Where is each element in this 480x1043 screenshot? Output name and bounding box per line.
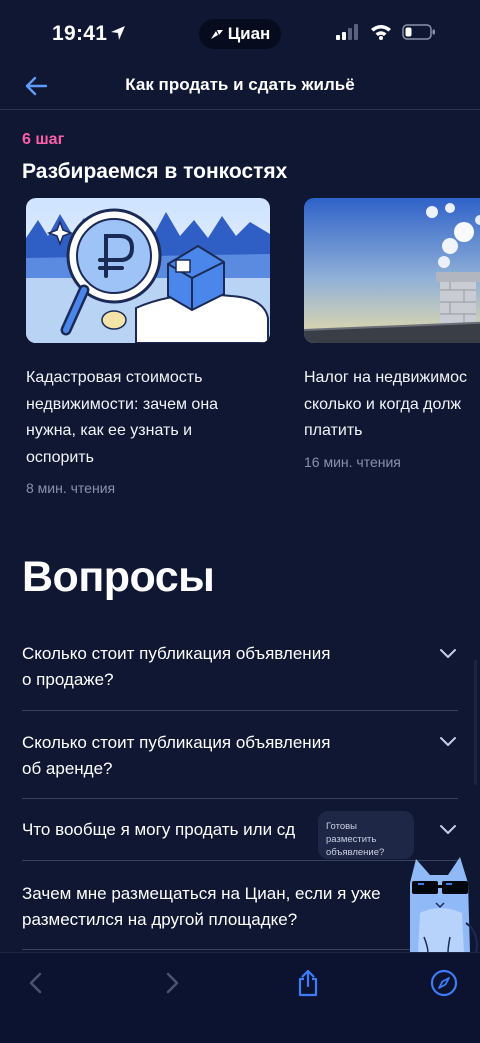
share-icon <box>298 969 318 997</box>
faq-item[interactable]: Сколько стоит публикация объявления об а… <box>22 730 458 799</box>
tooltip-line: объявление? <box>326 847 385 858</box>
step-label: 6 шаг <box>22 131 65 148</box>
faq-question-line: Сколько стоит публикация объявления <box>22 644 331 663</box>
faq-question: Сколько стоит публикация объявления о пр… <box>22 641 458 693</box>
scrollbar[interactable] <box>474 660 477 785</box>
tooltip-line: Готовы разместить <box>326 821 377 845</box>
forward-nav-button[interactable] <box>152 963 192 1003</box>
open-in-browser-button[interactable] <box>424 963 464 1003</box>
faq-question: Сколько стоит публикация объявления об а… <box>22 730 458 782</box>
screen: 19:41 Циан Как продать и сдать жильё 6 ш… <box>0 0 480 1043</box>
faq-item[interactable]: Сколько стоит публикация объявления о пр… <box>22 641 458 711</box>
location-arrow-icon <box>111 26 125 40</box>
article-title: Налог на недвижимос сколько и когда долж… <box>304 365 480 445</box>
chevron-down-icon[interactable] <box>438 735 458 749</box>
article-title-line: оспорить <box>26 448 94 466</box>
faq-question-line: Сколько стоит публикация объявления <box>22 733 331 752</box>
article-title-line: Кадастровая стоимость <box>26 369 203 386</box>
article-illustration-cadastral <box>26 198 270 343</box>
chevron-down-icon[interactable] <box>438 823 458 837</box>
faq-question: Зачем мне размещаться на Циан, если я уж… <box>22 881 458 933</box>
article-title-line: недвижимости: зачем она <box>26 395 219 413</box>
article-read-time: 16 мин. чтения <box>304 453 401 470</box>
article-title-line: платить <box>304 422 363 439</box>
status-indicators <box>336 24 436 40</box>
faq-question-line: о продаже? <box>22 670 114 689</box>
back-to-app-badge[interactable]: Циан <box>199 19 281 49</box>
share-button[interactable] <box>288 963 328 1003</box>
faq-question-line: разместился на другой площадке? <box>22 910 298 929</box>
cian-logo-icon <box>210 30 223 39</box>
faq-item[interactable]: Зачем мне размещаться на Циан, если я уж… <box>22 881 458 950</box>
chevron-left-icon <box>29 972 42 994</box>
article-card[interactable]: Кадастровая стоимость недвижимости: заче… <box>26 198 270 496</box>
nav-header: Как продать и сдать жильё <box>0 68 480 110</box>
browser-toolbar <box>0 952 480 1043</box>
app-badge-label: Циан <box>227 24 271 43</box>
article-title: Кадастровая стоимость недвижимости: заче… <box>26 365 270 471</box>
article-illustration-tax <box>304 198 480 343</box>
compass-icon <box>430 969 458 997</box>
battery-icon <box>402 24 435 40</box>
back-nav-button[interactable] <box>16 963 56 1003</box>
section-title: Разбираемся в тонкостях <box>22 160 288 183</box>
faq-question-line: об аренде? <box>22 759 113 778</box>
article-read-time: 8 мин. чтения <box>26 480 116 496</box>
chevron-down-icon[interactable] <box>438 647 458 661</box>
article-title-line: Налог на недвижимос <box>304 369 468 386</box>
article-title-line: сколько и когда долж <box>304 395 462 413</box>
status-bar: 19:41 Циан <box>0 0 480 68</box>
chevron-right-icon <box>166 972 179 994</box>
faq-question-line: Зачем мне размещаться на Циан, если я уж… <box>22 884 381 903</box>
article-card[interactable]: Налог на недвижимос сколько и когда долж… <box>304 198 480 470</box>
status-time: 19:41 <box>52 22 108 45</box>
cellular-signal-icon <box>336 24 358 40</box>
cat-mascot-icon[interactable] <box>400 853 480 953</box>
article-title-line: нужна, как ее узнать и <box>26 422 193 439</box>
faq-heading: Вопросы <box>22 553 215 601</box>
page-title: Как продать и сдать жильё <box>125 75 355 94</box>
post-listing-tooltip[interactable]: Готовы разместить объявление? <box>318 811 414 859</box>
wifi-icon <box>371 25 391 40</box>
